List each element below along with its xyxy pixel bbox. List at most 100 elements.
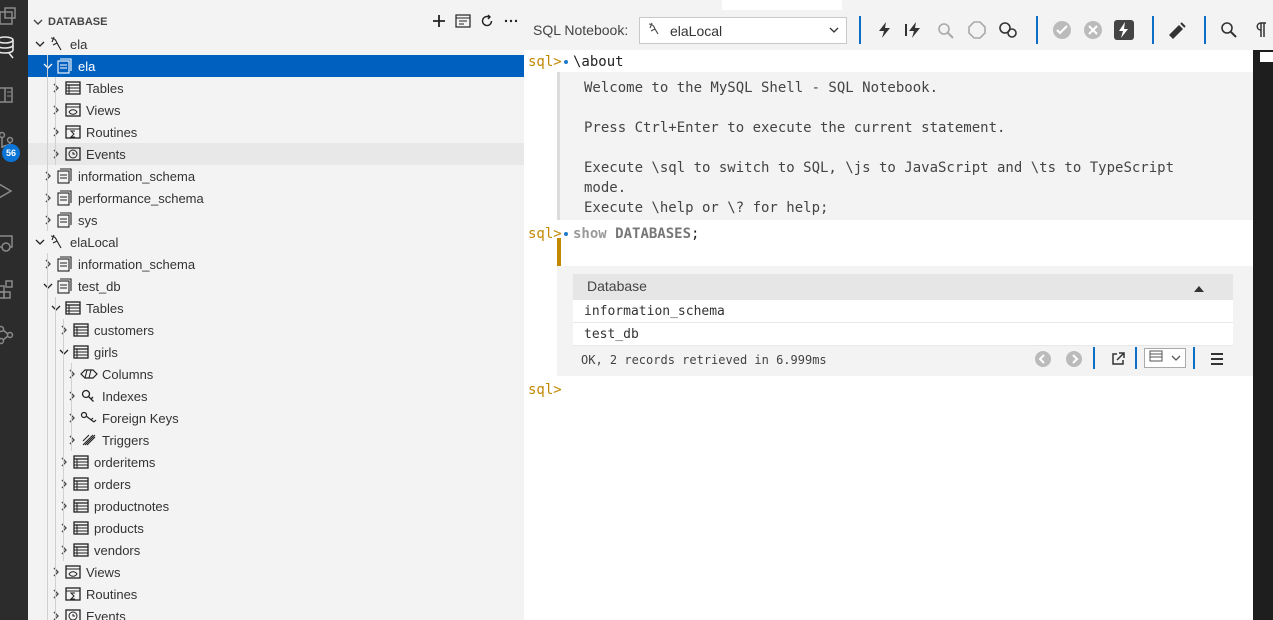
notebook-editor[interactable]: sql> \about Welcome to the MySQL Shell -… [524, 50, 1253, 620]
chevron-right-icon[interactable] [48, 608, 64, 620]
chevron-down-icon[interactable] [40, 278, 56, 294]
book-icon[interactable] [0, 80, 28, 110]
tree-item[interactable]: Views [28, 99, 524, 121]
table-row[interactable]: information_schema [573, 300, 1233, 323]
tree-item[interactable]: Tables [28, 77, 524, 99]
connection-select[interactable]: elaLocal [639, 17, 847, 44]
tree-item[interactable]: girls [28, 341, 524, 363]
chevron-down-icon[interactable] [56, 344, 72, 360]
chevron-right-icon[interactable] [48, 102, 64, 118]
search-icon[interactable] [1217, 19, 1241, 41]
command-about[interactable]: \about [573, 54, 624, 70]
indent-guide [47, 385, 48, 407]
tree-item[interactable]: Views [28, 561, 524, 583]
chevron-right-icon[interactable] [64, 388, 80, 404]
chevron-right-icon[interactable] [40, 256, 56, 272]
extensions-icon[interactable] [0, 274, 28, 304]
database-icon[interactable] [0, 32, 28, 62]
tree-item-label: vendors [94, 542, 141, 558]
tree-item[interactable]: products [28, 517, 524, 539]
tree-item[interactable]: ela [28, 55, 524, 77]
tree-item[interactable]: ela [28, 33, 524, 55]
connections-icon[interactable] [0, 320, 28, 350]
more-icon[interactable] [502, 11, 520, 31]
refresh-icon[interactable] [478, 11, 496, 31]
indent-guide [55, 143, 56, 165]
chevron-right-icon[interactable] [40, 168, 56, 184]
chevron-right-icon[interactable] [64, 432, 80, 448]
chevron-down-icon[interactable] [32, 234, 48, 250]
chevron-right-icon[interactable] [56, 322, 72, 338]
result-column-header[interactable]: Database [573, 274, 1233, 300]
chevron-right-icon[interactable] [56, 454, 72, 470]
tree-item[interactable]: Events [28, 143, 524, 165]
chevron-right-icon[interactable] [48, 124, 64, 140]
auto-commit-icon[interactable] [996, 19, 1020, 41]
tree-item[interactable]: information_schema [28, 253, 524, 275]
tree-item[interactable]: vendors [28, 539, 524, 561]
chevron-right-icon[interactable] [48, 564, 64, 580]
chevron-right-icon[interactable] [64, 410, 80, 426]
tree-item[interactable]: Tables [28, 297, 524, 319]
tree-item[interactable]: orders [28, 473, 524, 495]
previous-page-icon[interactable] [1031, 348, 1055, 370]
chevron-right-icon[interactable] [56, 520, 72, 536]
chevron-right-icon[interactable] [56, 476, 72, 492]
table-icon [72, 498, 90, 514]
editor-scrollbar[interactable] [1253, 50, 1273, 620]
chevron-right-icon[interactable] [40, 190, 56, 206]
active-tab[interactable] [722, 0, 842, 10]
table-row[interactable]: test_db [573, 323, 1233, 346]
tree-item[interactable]: information_schema [28, 165, 524, 187]
chevron-down-icon[interactable] [40, 58, 56, 74]
indent-guide [55, 539, 56, 561]
tree-item[interactable]: Indexes [28, 385, 524, 407]
sort-ascending-icon[interactable] [1193, 282, 1205, 297]
tree-item[interactable]: orderitems [28, 451, 524, 473]
execute-current-icon[interactable] [903, 19, 927, 41]
chevron-right-icon[interactable] [56, 542, 72, 558]
command-show-databases[interactable]: show DATABASES; [573, 226, 699, 242]
tree-item[interactable]: Events [28, 605, 524, 620]
view-mode-select[interactable] [1144, 348, 1186, 368]
execute-icon[interactable] [872, 19, 896, 41]
tree-item[interactable]: Columns [28, 363, 524, 385]
commit-icon [1050, 19, 1074, 41]
remote-icon[interactable] [0, 228, 28, 258]
scrollbar-thumb[interactable] [1260, 52, 1273, 62]
chevron-right-icon[interactable] [48, 80, 64, 96]
tree-item[interactable]: Triggers [28, 429, 524, 451]
chevron-right-icon[interactable] [40, 212, 56, 228]
table-icon [64, 300, 82, 316]
tree-item[interactable]: Foreign Keys [28, 407, 524, 429]
chevron-down-icon[interactable] [48, 300, 64, 316]
show-hidden-icon[interactable] [1249, 19, 1273, 41]
chevron-right-icon[interactable] [48, 146, 64, 162]
open-in-new-icon[interactable] [1106, 348, 1130, 370]
tree-item[interactable]: Routines [28, 583, 524, 605]
view-icon [64, 102, 82, 118]
chevron-right-icon[interactable] [48, 586, 64, 602]
chevron-right-icon[interactable] [64, 366, 80, 382]
tree-item[interactable]: test_db [28, 275, 524, 297]
add-icon[interactable] [430, 11, 448, 31]
new-notebook-icon[interactable] [454, 11, 472, 31]
auto-commit-toggle-icon[interactable] [1112, 19, 1136, 41]
stop-icon [965, 19, 989, 41]
tree-item[interactable]: productnotes [28, 495, 524, 517]
tree-item-label: Indexes [102, 388, 148, 404]
tree-item[interactable]: customers [28, 319, 524, 341]
tree-item[interactable]: performance_schema [28, 187, 524, 209]
format-icon[interactable] [1165, 19, 1189, 41]
tree-item[interactable]: Routines [28, 121, 524, 143]
tree-item[interactable]: elaLocal [28, 231, 524, 253]
schema-icon [56, 278, 74, 294]
tree-item-label: orderitems [94, 454, 156, 470]
tree-item[interactable]: sys [28, 209, 524, 231]
next-page-icon[interactable] [1062, 348, 1086, 370]
chevron-down-icon[interactable] [32, 36, 48, 52]
explorer-icon[interactable] [0, 2, 28, 32]
chevron-right-icon[interactable] [56, 498, 72, 514]
run-debug-icon[interactable] [0, 176, 28, 206]
menu-icon[interactable] [1205, 348, 1229, 370]
